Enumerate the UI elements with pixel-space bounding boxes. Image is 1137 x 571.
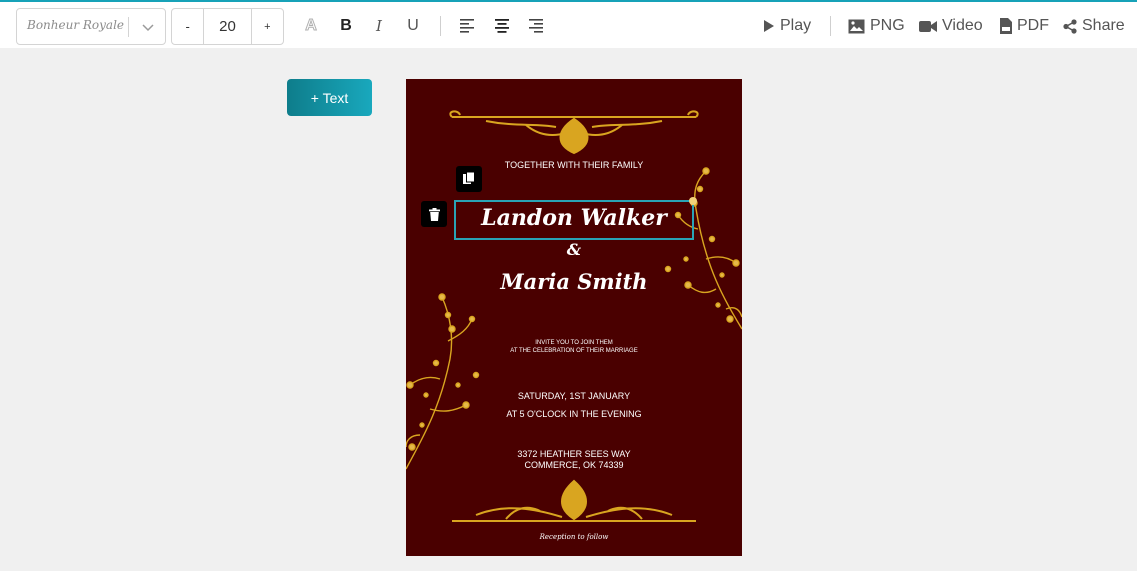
align-right-icon[interactable] — [528, 17, 544, 33]
chevron-down-icon — [142, 24, 154, 32]
video-camera-icon — [919, 20, 937, 32]
invite-line-2[interactable]: AT THE CELEBRATION OF THEIR MARRIAGE — [406, 347, 742, 355]
add-text-button[interactable]: + Text — [287, 79, 372, 116]
toolbar-divider — [440, 16, 441, 36]
font-family-select[interactable]: Bonheur Royale — [16, 8, 166, 45]
image-icon — [848, 19, 865, 33]
play-label: Play — [780, 17, 812, 34]
bold-button[interactable]: B — [335, 14, 357, 38]
gold-ornaments — [406, 110, 742, 522]
underline-button[interactable]: U — [402, 14, 424, 38]
event-date[interactable]: SATURDAY, 1ST JANUARY — [406, 391, 742, 401]
export-png-button[interactable]: PNG — [848, 15, 905, 37]
address-line-1[interactable]: 3372 HEATHER SEES WAY — [406, 449, 742, 459]
invite-line-1[interactable]: INVITE YOU TO JOIN THEM — [406, 339, 742, 347]
toolbar-divider — [830, 16, 831, 36]
play-button[interactable]: Play — [763, 15, 811, 37]
copy-icon — [463, 172, 475, 184]
font-size-control: - 20 + — [171, 8, 284, 45]
event-time[interactable]: AT 5 O'CLOCK IN THE EVENING — [406, 409, 742, 419]
address-line-2[interactable]: COMMERCE, OK 74339 — [406, 460, 742, 470]
font-family-value: Bonheur Royale — [27, 18, 125, 32]
pdf-label: PDF — [1017, 17, 1049, 34]
text-stroke-button[interactable]: A — [300, 14, 322, 38]
png-label: PNG — [870, 17, 905, 34]
left-floral-branch — [406, 293, 480, 470]
font-select-divider — [128, 17, 129, 37]
ampersand-text[interactable]: & — [406, 240, 742, 259]
top-flourish — [449, 110, 699, 155]
duplicate-text-button[interactable] — [456, 166, 482, 192]
video-label: Video — [942, 17, 983, 34]
font-size-increase-button[interactable]: + — [252, 9, 283, 44]
share-icon — [1063, 18, 1077, 34]
export-pdf-button[interactable]: PDF — [1000, 15, 1049, 37]
italic-button[interactable]: I — [368, 14, 390, 38]
font-size-decrease-button[interactable]: - — [172, 9, 203, 44]
delete-text-button[interactable] — [421, 201, 447, 227]
text-selection-box[interactable] — [454, 197, 697, 240]
font-size-value[interactable]: 20 — [203, 9, 252, 44]
bottom-flourish — [452, 479, 696, 522]
pdf-file-icon — [1000, 18, 1012, 34]
export-video-button[interactable]: Video — [919, 15, 983, 37]
editor-toolbar: Bonheur Royale - 20 + A B I U Play PNG V… — [0, 0, 1137, 48]
align-left-icon[interactable] — [459, 17, 475, 33]
bride-name[interactable]: Maria Smith — [406, 269, 742, 294]
share-label: Share — [1082, 17, 1125, 34]
align-center-icon[interactable] — [494, 17, 510, 33]
share-button[interactable]: Share — [1063, 15, 1125, 37]
resize-handle[interactable] — [689, 197, 697, 205]
play-icon — [764, 20, 774, 32]
trash-icon — [428, 207, 440, 221]
invitation-card[interactable]: TOGETHER WITH THEIR FAMILY Landon Walker… — [406, 79, 742, 556]
footer-text[interactable]: Reception to follow — [406, 533, 742, 541]
